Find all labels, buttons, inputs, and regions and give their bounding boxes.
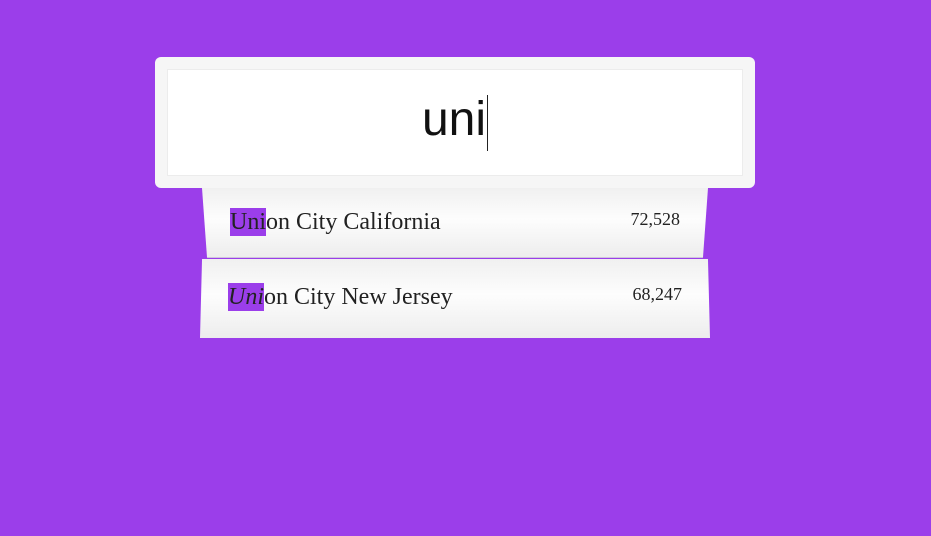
search-input[interactable]: uni <box>168 90 742 151</box>
search-card: uni <box>155 57 755 188</box>
suggestion-population: 72,528 <box>630 209 681 229</box>
match-highlight: Uni <box>228 283 264 311</box>
search-input-wrapper[interactable]: uni <box>167 69 743 176</box>
suggestion-city-name: Union City New Jersey <box>228 283 453 311</box>
suggestion-population: 68,247 <box>632 284 683 304</box>
suggestion-city-rest: on City California <box>266 209 441 235</box>
suggestion-item[interactable]: Union City New Jersey 68,247 <box>200 259 710 338</box>
text-caret <box>487 94 489 151</box>
suggestion-city-rest: on City New Jersey <box>264 284 453 310</box>
suggestion-item[interactable]: Union City California 72,528 <box>202 188 708 258</box>
search-input-text[interactable]: uni <box>422 93 486 146</box>
suggestion-city-name: Union City California <box>230 208 441 236</box>
match-highlight: Uni <box>230 208 266 236</box>
